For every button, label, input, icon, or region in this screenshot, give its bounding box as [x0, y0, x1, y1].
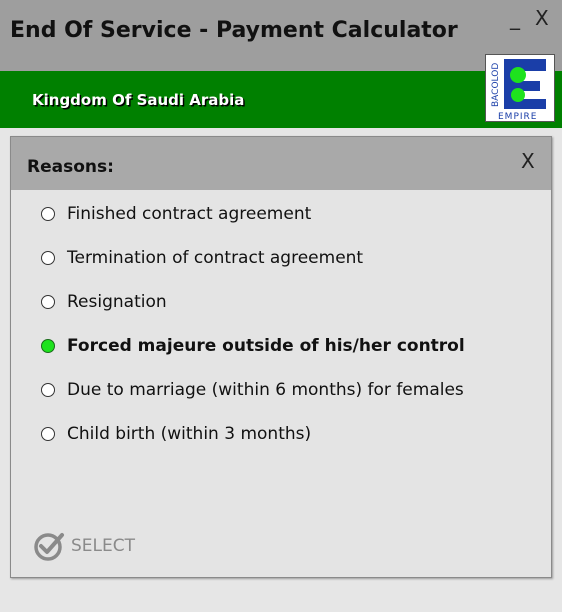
reason-label: Termination of contract agreement [67, 248, 364, 268]
radio-button[interactable] [41, 383, 55, 397]
reason-option-marriage[interactable]: Due to marriage (within 6 months) for fe… [41, 375, 521, 405]
radio-button-checked[interactable] [41, 339, 55, 353]
radio-button[interactable] [41, 207, 55, 221]
logo-vertical-text: BACOLOD [491, 63, 501, 107]
logo-bottom-text: EMPIRE [498, 112, 537, 121]
reason-label: Resignation [67, 292, 167, 312]
reason-label: Finished contract agreement [67, 204, 312, 224]
panel-close-button[interactable]: X [521, 149, 535, 173]
select-button-label: SELECT [71, 536, 135, 556]
reason-label: Due to marriage (within 6 months) for fe… [67, 380, 464, 400]
reason-option-termination[interactable]: Termination of contract agreement [41, 243, 521, 273]
reason-option-finished-contract[interactable]: Finished contract agreement [41, 199, 521, 229]
title-bar: End Of Service - Payment Calculator _ X [0, 0, 562, 71]
radio-button[interactable] [41, 427, 55, 441]
radio-button[interactable] [41, 295, 55, 309]
panel-header: Reasons: X [11, 137, 551, 190]
select-button[interactable]: SELECT [33, 529, 135, 563]
radio-button[interactable] [41, 251, 55, 265]
reason-label: Forced majeure outside of his/her contro… [67, 336, 465, 356]
reason-option-child-birth[interactable]: Child birth (within 3 months) [41, 419, 521, 449]
reason-option-resignation[interactable]: Resignation [41, 287, 521, 317]
reason-label: Child birth (within 3 months) [67, 424, 312, 444]
close-button[interactable]: X [535, 6, 549, 30]
banner-text: Kingdom Of Saudi Arabia [32, 91, 245, 109]
minimize-button[interactable]: _ [510, 6, 520, 30]
reason-option-forced-majeure[interactable]: Forced majeure outside of his/her contro… [41, 331, 521, 361]
reasons-panel: Reasons: X Finished contract agreement T… [10, 136, 552, 578]
panel-title: Reasons: [27, 157, 114, 177]
bacolod-empire-logo: BACOLOD EMPIRE [485, 54, 555, 122]
window-title: End Of Service - Payment Calculator [10, 18, 458, 43]
country-banner: Kingdom Of Saudi Arabia [0, 71, 562, 128]
logo-graphic: BACOLOD EMPIRE [491, 59, 546, 122]
check-circle-icon [34, 533, 64, 561]
